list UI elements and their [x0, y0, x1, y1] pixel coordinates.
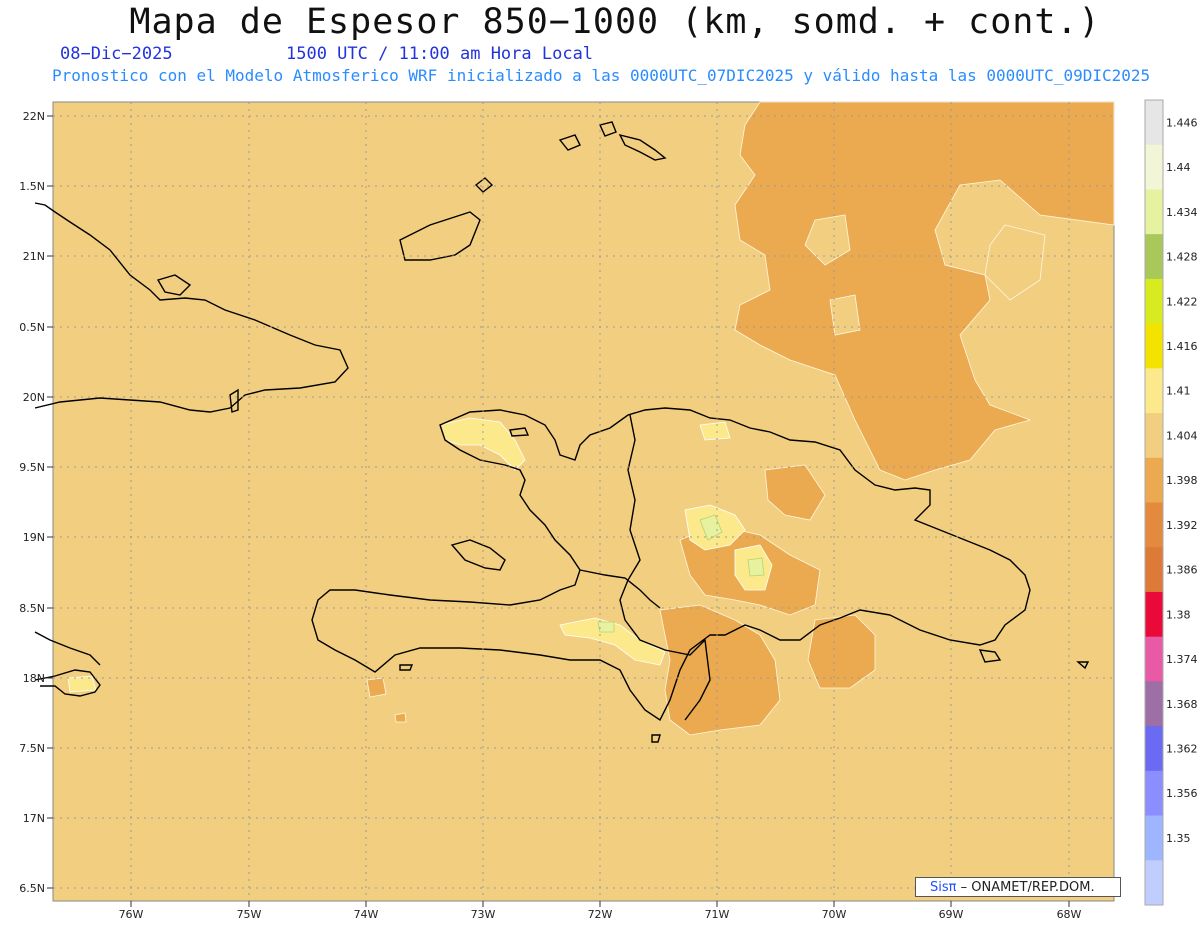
- lat-label: 18N: [23, 672, 45, 685]
- colorbar-label: 1.416: [1166, 340, 1198, 353]
- lat-label: 20N: [23, 391, 45, 404]
- colorbar-swatch: [1145, 234, 1163, 280]
- lat-label: 17N: [23, 812, 45, 825]
- colorbar-swatch: [1145, 413, 1163, 459]
- lon-label: 75W: [237, 908, 262, 921]
- colorbar-label: 1.422: [1166, 295, 1198, 308]
- lon-ticks: [130, 901, 1070, 907]
- lat-label: 1.5N: [19, 180, 45, 193]
- lon-label: 73W: [471, 908, 496, 921]
- colorbar-swatch: [1145, 860, 1163, 906]
- lat-label: 9.5N: [19, 461, 45, 474]
- colorbar-label: 1.374: [1166, 653, 1198, 666]
- colorbar-label: 1.428: [1166, 251, 1198, 264]
- southwest-blob: [366, 677, 387, 698]
- north-small-high: [699, 421, 731, 441]
- colorbar-swatch: [1145, 591, 1163, 638]
- colorbar-swatch: [1145, 368, 1163, 414]
- lat-label: 8.5N: [19, 602, 45, 615]
- colorbar-label: 1.35: [1166, 832, 1191, 845]
- colorbar-swatch: [1145, 636, 1163, 682]
- colorbar-label: 1.38: [1166, 608, 1191, 621]
- colorbar-label: 1.41: [1166, 385, 1191, 398]
- lon-labels: 76W 75W 74W 73W 72W 71W 70W 69W 68W: [119, 908, 1082, 921]
- lat-label: 6.5N: [19, 882, 45, 895]
- map-background: [52, 101, 1115, 902]
- lon-label: 70W: [822, 908, 847, 921]
- colorbar-swatch: [1145, 144, 1163, 190]
- colorbar-swatch: [1145, 457, 1163, 503]
- colorbar-swatch: [1145, 726, 1163, 772]
- colorbar-swatch: [1145, 278, 1163, 325]
- lon-label: 69W: [939, 908, 964, 921]
- ne-island-3: [829, 294, 861, 336]
- colorbar-label: 1.404: [1166, 429, 1198, 442]
- lon-label: 68W: [1057, 908, 1082, 921]
- colorbar-label: 1.392: [1166, 519, 1198, 532]
- colorbar-swatch: [1145, 100, 1163, 146]
- map-figure: 22N 1.5N 21N 0.5N 20N 9.5N 19N 8.5N 18N …: [19, 99, 1198, 921]
- lon-label: 71W: [705, 908, 730, 921]
- lon-label: 74W: [354, 908, 379, 921]
- colorbar-label: 1.44: [1166, 161, 1191, 174]
- lon-label: 72W: [588, 908, 613, 921]
- colorbar-label: 1.446: [1166, 116, 1198, 129]
- colorbar-swatch: [1145, 815, 1163, 861]
- sis-logo-text: Sisπ: [930, 880, 957, 895]
- lat-label: 19N: [23, 531, 45, 544]
- colorbar-swatch: [1145, 189, 1163, 235]
- lat-label: 21N: [23, 250, 45, 263]
- colorbar-label: 1.398: [1166, 474, 1198, 487]
- lat-label: 7.5N: [19, 742, 45, 755]
- peak-2: [747, 557, 765, 577]
- colorbar-label: 1.362: [1166, 742, 1198, 755]
- small-blob-1: [394, 712, 407, 723]
- credit-box: Sisπ – ONAMET/REP.DOM.: [915, 877, 1121, 897]
- colorbar-swatch: [1145, 323, 1163, 369]
- lon-label: 76W: [119, 908, 144, 921]
- colorbar-swatch: [1145, 770, 1163, 817]
- credit-text: – ONAMET/REP.DOM.: [960, 880, 1095, 895]
- lat-label: 22N: [23, 110, 45, 123]
- colorbar-label: 1.386: [1166, 564, 1198, 577]
- colorbar-swatch: [1145, 681, 1163, 727]
- colorbar-label: 1.356: [1166, 787, 1198, 800]
- colorbar-label: 1.434: [1166, 206, 1198, 219]
- colorbar-swatch: [1145, 502, 1163, 548]
- lat-labels: 22N 1.5N 21N 0.5N 20N 9.5N 19N 8.5N 18N …: [19, 110, 45, 895]
- lat-label: 0.5N: [19, 321, 45, 334]
- colorbar-label: 1.368: [1166, 698, 1198, 711]
- colorbar: 1.446 1.44 1.434 1.428 1.422 1.416 1.41 1.404 1.…: [1144, 99, 1198, 906]
- lat-ticks: [47, 115, 53, 889]
- colorbar-swatch: [1145, 547, 1163, 593]
